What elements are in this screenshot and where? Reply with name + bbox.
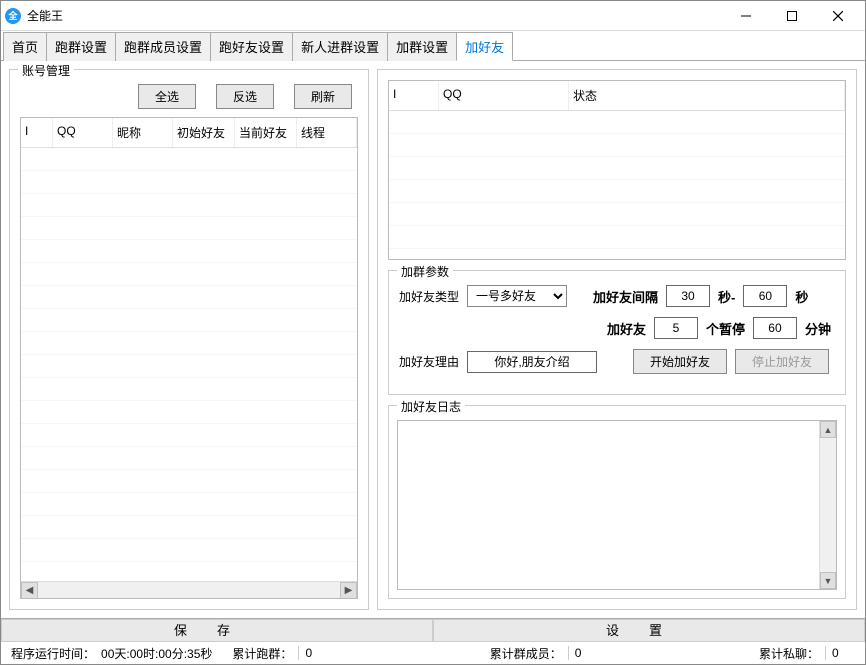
log-group: 加好友日志 ▲ ▼ — [388, 405, 846, 599]
log-vscroll[interactable]: ▲ ▼ — [819, 421, 836, 589]
tab-home[interactable]: 首页 — [3, 32, 47, 61]
col2-i[interactable]: I — [389, 81, 439, 110]
runtime-value: 00天:00时:00分:35秒 — [101, 645, 212, 662]
groups-value: 0 — [298, 646, 328, 660]
pm-label: 累计私聊： — [759, 645, 819, 662]
reason-label: 加好友理由 — [399, 353, 459, 370]
invert-select-button[interactable]: 反选 — [216, 84, 274, 109]
tab-group-member-settings[interactable]: 跑群成员设置 — [115, 32, 211, 61]
account-panel-title: 账号管理 — [18, 62, 74, 79]
account-grid-hscroll[interactable]: ◀ ▶ — [21, 581, 357, 598]
scroll-vtrack[interactable] — [820, 438, 836, 572]
scroll-down-icon[interactable]: ▼ — [820, 572, 836, 589]
status-bar: 程序运行时间： 00天:00时:00分:35秒 累计跑群： 0 累计群成员： 0… — [1, 642, 865, 664]
scroll-up-icon[interactable]: ▲ — [820, 421, 836, 438]
status-grid-body[interactable] — [389, 111, 845, 259]
start-button[interactable]: 开始加好友 — [633, 349, 727, 374]
account-panel: 账号管理 全选 反选 刷新 I QQ 昵称 初始好友 当前好友 线程 ◀ — [9, 69, 369, 610]
status-grid[interactable]: I QQ 状态 — [388, 80, 846, 260]
pause-unit: 分钟 — [805, 319, 831, 338]
col-nick[interactable]: 昵称 — [113, 118, 173, 147]
runtime-label: 程序运行时间： — [11, 645, 95, 662]
scroll-right-icon[interactable]: ▶ — [340, 582, 357, 599]
status-grid-header: I QQ 状态 — [389, 81, 845, 111]
stop-button: 停止加好友 — [735, 349, 829, 374]
account-grid[interactable]: I QQ 昵称 初始好友 当前好友 线程 ◀ ▶ — [20, 117, 358, 599]
count-mid: 个暂停 — [706, 319, 745, 338]
params-group-title: 加群参数 — [397, 263, 453, 280]
count-input[interactable] — [654, 317, 698, 339]
count-label: 加好友 — [607, 319, 646, 338]
tab-strip: 首页 跑群设置 跑群成员设置 跑好友设置 新人进群设置 加群设置 加好友 — [1, 31, 865, 61]
col-qq[interactable]: QQ — [53, 118, 113, 147]
tab-group-settings[interactable]: 跑群设置 — [46, 32, 116, 61]
settings-button-bar[interactable]: 设置 — [433, 619, 865, 642]
interval-unit: 秒 — [795, 287, 808, 306]
right-panel: I QQ 状态 加群参数 加好友类型 一号多好友 加好友间隔 秒- — [377, 69, 857, 610]
interval-high-input[interactable] — [743, 285, 787, 307]
col2-status[interactable]: 状态 — [569, 81, 845, 110]
tab-add-friend[interactable]: 加好友 — [456, 32, 513, 61]
minimize-button[interactable] — [723, 1, 769, 31]
pm-value: 0 — [825, 646, 855, 660]
type-label: 加好友类型 — [399, 288, 459, 305]
col-init-friends[interactable]: 初始好友 — [173, 118, 235, 147]
tab-newcomer-settings[interactable]: 新人进群设置 — [292, 32, 388, 61]
maximize-button[interactable] — [769, 1, 815, 31]
params-group: 加群参数 加好友类型 一号多好友 加好友间隔 秒- 秒 加好友 个 — [388, 270, 846, 395]
type-select[interactable]: 一号多好友 — [467, 285, 567, 307]
save-button-bar[interactable]: 保存 — [1, 619, 433, 642]
members-value: 0 — [568, 646, 598, 660]
tab-friend-run-settings[interactable]: 跑好友设置 — [210, 32, 293, 61]
account-grid-body[interactable] — [21, 148, 357, 581]
scroll-left-icon[interactable]: ◀ — [21, 582, 38, 599]
scroll-track[interactable] — [38, 582, 340, 599]
app-icon: 全 — [5, 8, 21, 24]
refresh-button[interactable]: 刷新 — [294, 84, 352, 109]
members-label: 累计群成员： — [490, 645, 562, 662]
title-bar: 全 全能王 — [1, 1, 865, 31]
log-textarea[interactable]: ▲ ▼ — [397, 420, 837, 590]
bottom-bar: 保存 设置 — [1, 618, 865, 642]
interval-label: 加好友间隔 — [593, 287, 658, 306]
interval-low-input[interactable] — [666, 285, 710, 307]
pause-input[interactable] — [753, 317, 797, 339]
tab-add-group-settings[interactable]: 加群设置 — [387, 32, 457, 61]
log-group-title: 加好友日志 — [397, 398, 465, 415]
window-title: 全能王 — [27, 7, 723, 24]
select-all-button[interactable]: 全选 — [138, 84, 196, 109]
col2-qq[interactable]: QQ — [439, 81, 569, 110]
col-cur-friends[interactable]: 当前好友 — [235, 118, 297, 147]
groups-label: 累计跑群： — [232, 645, 292, 662]
col-i[interactable]: I — [21, 118, 53, 147]
reason-input[interactable] — [467, 351, 597, 373]
close-button[interactable] — [815, 1, 861, 31]
interval-sep: 秒- — [718, 287, 735, 306]
account-grid-header: I QQ 昵称 初始好友 当前好友 线程 — [21, 118, 357, 148]
col-thread[interactable]: 线程 — [297, 118, 357, 147]
